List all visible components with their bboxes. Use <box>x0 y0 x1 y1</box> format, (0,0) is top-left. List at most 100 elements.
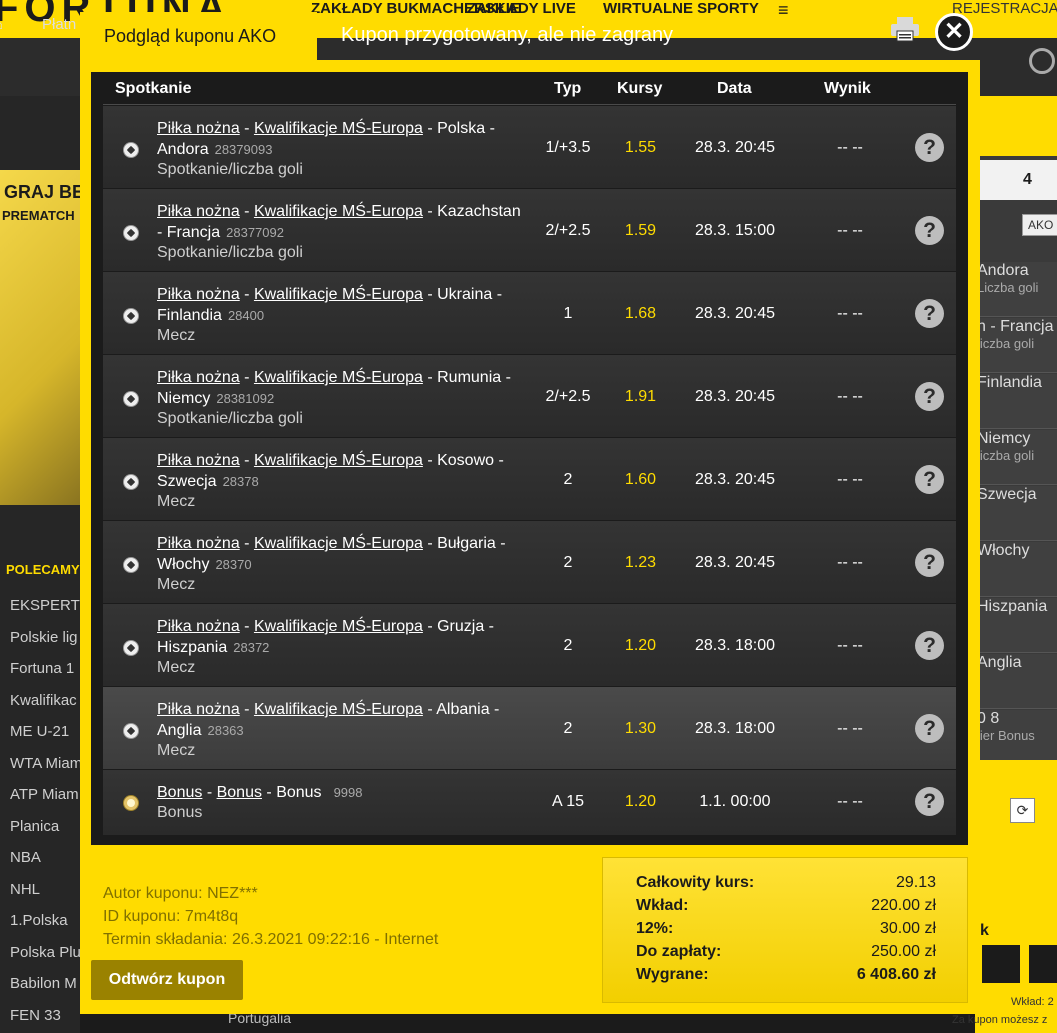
betslip-item[interactable]: Anglia <box>975 654 1057 709</box>
market-name: Mecz <box>157 659 196 676</box>
sport-item[interactable]: ME U-21 <box>0 716 80 748</box>
odds-value: 1.23 <box>624 554 657 571</box>
sport-link[interactable]: Piłka nożna <box>157 452 240 469</box>
table-row: Piłka nożna - Kwalifikacje MŚ-Europa - P… <box>103 106 956 189</box>
event-date: 28.3. 18:00 <box>694 637 776 654</box>
coupon-preview-tab: Podgląd kuponu AKO <box>80 12 317 60</box>
football-icon <box>123 640 139 656</box>
event-result: -- -- <box>837 139 863 156</box>
summary-tax: 12%: 30.00 zł <box>636 920 936 937</box>
betslip-item[interactable]: Andora Liczba goli <box>975 262 1057 317</box>
betslip-item[interactable]: Szwecja <box>975 486 1057 541</box>
betslip-item[interactable]: Włochy <box>975 542 1057 597</box>
betslip-item[interactable]: n - Francja liczba goli <box>975 318 1057 373</box>
stake-button[interactable] <box>1029 945 1057 983</box>
sport-item[interactable]: NBA <box>0 842 80 874</box>
header-typ: Typ <box>554 80 582 97</box>
event-date: 28.3. 20:45 <box>694 388 776 405</box>
betslip-tab-4[interactable]: 4 <box>1023 171 1032 189</box>
help-icon[interactable]: ? <box>915 714 944 743</box>
restore-coupon-button[interactable]: Odtwórz kupon <box>91 960 243 1000</box>
stake-input[interactable] <box>982 945 1020 983</box>
sport-item[interactable]: EKSPERT+ <box>0 590 80 622</box>
sport-link[interactable]: Piłka nożna <box>157 203 240 220</box>
odds-value: 1.68 <box>624 305 657 322</box>
betslip-item[interactable]: Hiszpania <box>975 598 1057 653</box>
league-link[interactable]: Bonus <box>217 784 262 801</box>
help-icon[interactable]: ? <box>915 787 944 816</box>
betslip-item[interactable]: Niemcy liczba goli <box>975 430 1057 485</box>
help-icon[interactable]: ? <box>915 548 944 577</box>
bet-type: 2 <box>563 637 573 654</box>
help-icon[interactable]: ? <box>915 133 944 162</box>
match-id: 28379093 <box>214 142 273 157</box>
help-icon[interactable]: ? <box>915 465 944 494</box>
league-link[interactable]: Kwalifikacje MŚ-Europa <box>254 120 423 137</box>
sport-link[interactable]: Piłka nożna <box>157 701 240 718</box>
bet-type: 2/+2.5 <box>545 222 591 239</box>
sport-link[interactable]: Bonus <box>157 784 202 801</box>
event-result: -- -- <box>837 793 863 810</box>
betslip-type-select[interactable]: AKO <box>1022 214 1057 236</box>
sport-item[interactable]: Fortuna 1 <box>0 653 80 685</box>
sport-item[interactable]: WTA Miam <box>0 748 80 780</box>
print-icon[interactable] <box>890 16 920 42</box>
sport-link[interactable]: Piłka nożna <box>157 286 240 303</box>
help-icon[interactable]: ? <box>915 299 944 328</box>
register-link[interactable]: REJESTRACJA <box>952 0 1057 17</box>
header-wynik: Wynik <box>824 80 871 97</box>
sport-item[interactable]: FEN 33 <box>0 1000 80 1032</box>
close-icon[interactable]: ✕ <box>935 13 973 51</box>
betslip-item[interactable]: 0 8 lier Bonus <box>975 710 1057 765</box>
event-date: 28.3. 18:00 <box>694 720 776 737</box>
bet-type: 1 <box>563 305 573 322</box>
match-name: Kosowo - <box>437 452 504 469</box>
bet-type: 2/+2.5 <box>545 388 591 405</box>
match-name: Kazachstan <box>437 203 521 220</box>
sport-link[interactable]: Piłka nożna <box>157 618 240 635</box>
betslip-item[interactable]: Finlandia <box>975 374 1057 429</box>
sport-item[interactable]: Planica <box>0 811 80 843</box>
league-link[interactable]: Kwalifikacje MŚ-Europa <box>254 618 423 635</box>
help-icon[interactable]: ? <box>915 631 944 660</box>
sport-link[interactable]: Piłka nożna <box>157 535 240 552</box>
football-icon <box>123 474 139 490</box>
table-row: Piłka nożna - Kwalifikacje MŚ-Europa - U… <box>103 272 956 355</box>
home-icon[interactable]: ⌂ <box>0 16 3 33</box>
sport-item[interactable]: Kwalifikac <box>0 685 80 717</box>
sport-link[interactable]: Piłka nożna <box>157 369 240 386</box>
sport-item[interactable]: 1.Polska <box>0 905 80 937</box>
league-link[interactable]: Kwalifikacje MŚ-Europa <box>254 535 423 552</box>
league-link[interactable]: Kwalifikacje MŚ-Europa <box>254 369 423 386</box>
search-icon[interactable] <box>1029 48 1055 74</box>
odds-value: 1.30 <box>624 720 657 737</box>
header-kursy: Kursy <box>617 80 663 97</box>
league-link[interactable]: Kwalifikacje MŚ-Europa <box>254 203 423 220</box>
subnav-platnosci[interactable]: Płatn <box>42 16 76 33</box>
league-link[interactable]: Kwalifikacje MŚ-Europa <box>254 701 423 718</box>
nav-zaklady-live[interactable]: ZAKŁADY LIVE <box>467 0 576 17</box>
match-name: Bułgaria - <box>437 535 506 552</box>
sport-item[interactable]: NHL <box>0 874 80 906</box>
league-link[interactable]: Kwalifikacje MŚ-Europa <box>254 452 423 469</box>
bet-type: 2 <box>563 554 573 571</box>
sport-item[interactable]: Polskie lig <box>0 622 80 654</box>
event-result: -- -- <box>837 388 863 405</box>
sport-item[interactable]: ATP Miam <box>0 779 80 811</box>
football-icon <box>123 142 139 158</box>
sport-item[interactable]: Babilon M <box>0 968 80 1000</box>
match-name: Gruzja - <box>437 618 495 635</box>
league-link[interactable]: Kwalifikacje MŚ-Europa <box>254 286 423 303</box>
betslip-wklad: Wkład: 2 <box>1011 996 1054 1008</box>
bet-type: 1/+3.5 <box>545 139 591 156</box>
coupon-info: Autor kuponu: NEZ*** ID kuponu: 7m4t8q T… <box>103 882 438 951</box>
refresh-icon[interactable]: ⟳ <box>1010 798 1035 823</box>
nav-wirtualne-sporty[interactable]: WIRTUALNE SPORTY <box>603 0 759 17</box>
help-icon[interactable]: ? <box>915 216 944 245</box>
sport-item[interactable]: Polska Plu <box>0 937 80 969</box>
sport-link[interactable]: Piłka nożna <box>157 120 240 137</box>
hamburger-menu-icon[interactable]: ≡ <box>778 0 789 21</box>
help-icon[interactable]: ? <box>915 382 944 411</box>
event-result: -- -- <box>837 720 863 737</box>
football-icon <box>123 557 139 573</box>
